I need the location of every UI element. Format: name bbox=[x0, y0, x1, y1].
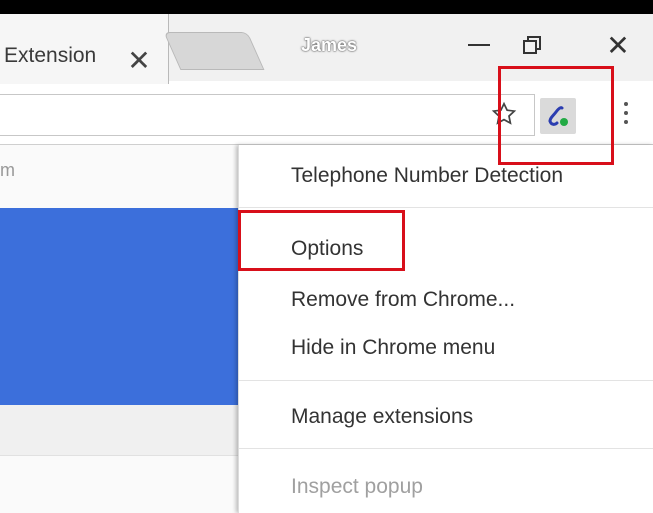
new-tab-button[interactable] bbox=[163, 32, 265, 70]
tab-close-icon[interactable]: ✕ bbox=[126, 47, 152, 75]
menu-item-inspect-popup: Inspect popup bbox=[291, 475, 423, 498]
tab-title-fade bbox=[100, 39, 124, 74]
window-top-edge bbox=[0, 0, 653, 14]
menu-item-manage-extensions[interactable]: Manage extensions bbox=[291, 405, 473, 429]
content-row bbox=[0, 405, 250, 456]
window-close-icon[interactable]: ✕ bbox=[598, 30, 638, 61]
extension-context-menu: Telephone Number Detection Options Remov… bbox=[238, 145, 653, 513]
address-bar[interactable] bbox=[0, 94, 535, 136]
kebab-menu-icon[interactable] bbox=[618, 98, 634, 132]
minimize-icon[interactable] bbox=[459, 30, 499, 60]
menu-item-extension-title[interactable]: Telephone Number Detection bbox=[291, 164, 563, 188]
active-tab[interactable]: Extension ✕ bbox=[0, 14, 169, 84]
selected-row bbox=[0, 208, 250, 405]
extension-button-highlight bbox=[498, 66, 614, 165]
menu-separator bbox=[239, 380, 653, 381]
options-highlight bbox=[238, 210, 405, 271]
menu-item-remove-from-chrome[interactable]: Remove from Chrome... bbox=[291, 288, 515, 312]
menu-item-hide-in-chrome-menu[interactable]: Hide in Chrome menu bbox=[291, 336, 495, 360]
profile-button[interactable]: James bbox=[298, 32, 360, 58]
menu-separator bbox=[239, 448, 653, 449]
restore-icon[interactable] bbox=[512, 30, 552, 60]
row-label: m bbox=[0, 160, 15, 180]
menu-separator bbox=[239, 207, 653, 208]
